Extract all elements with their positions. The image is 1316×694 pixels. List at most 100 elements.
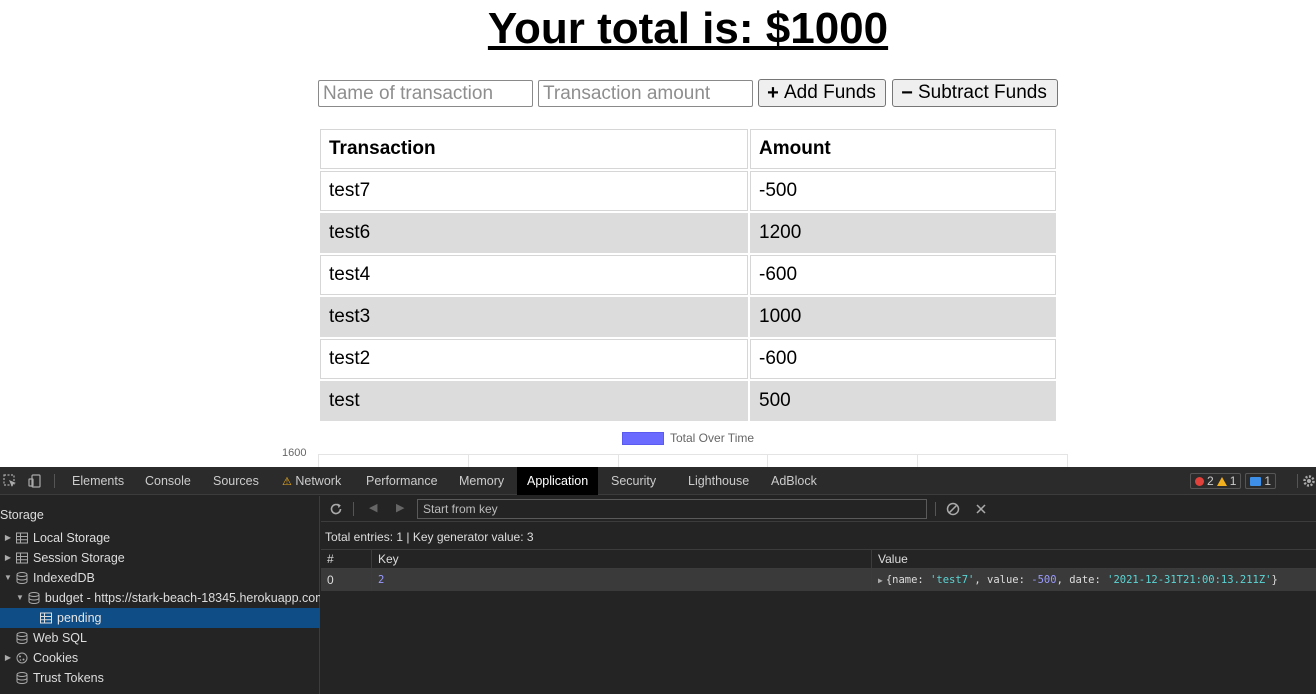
tab-performance[interactable]: Performance bbox=[358, 467, 446, 495]
device-toolbar-icon[interactable] bbox=[28, 474, 42, 488]
collapse-caret-icon[interactable]: ▼ bbox=[16, 588, 24, 608]
next-page-icon[interactable]: ▶ bbox=[396, 501, 404, 514]
transaction-amount-cell: -600 bbox=[750, 339, 1056, 379]
settings-gear-icon[interactable] bbox=[1302, 474, 1316, 488]
sidebar-item-label: budget - https://stark-beach-18345.herok… bbox=[44, 591, 320, 605]
sidebar-item-web-sql[interactable]: Web SQL bbox=[0, 628, 320, 648]
transaction-amount-cell: 1000 bbox=[750, 297, 1056, 337]
start-from-key-input[interactable] bbox=[417, 499, 927, 519]
sidebar-item-label: IndexedDB bbox=[33, 571, 95, 585]
devtools-panel: Elements Console Sources ⚠ Network Perfo… bbox=[0, 467, 1316, 694]
legend-swatch bbox=[622, 431, 664, 445]
database-icon bbox=[16, 632, 28, 644]
chart-legend[interactable]: Total Over Time bbox=[622, 431, 754, 445]
tab-network[interactable]: ⚠ Network bbox=[274, 467, 349, 495]
expand-caret-icon[interactable]: ▶ bbox=[4, 528, 12, 548]
minus-icon: − bbox=[901, 81, 913, 104]
expand-caret-icon[interactable]: ▶ bbox=[878, 576, 883, 585]
sidebar-item-pending-store[interactable]: pending bbox=[0, 608, 320, 628]
add-funds-button[interactable]: + Add Funds bbox=[758, 79, 886, 107]
sidebar-item-local-storage[interactable]: ▶ Local Storage bbox=[0, 528, 320, 548]
sidebar-item-label: Cookies bbox=[33, 651, 79, 665]
sidebar-item-cookies[interactable]: ▶ Cookies bbox=[0, 648, 320, 668]
table-grid-icon bbox=[40, 612, 52, 624]
database-icon bbox=[16, 572, 28, 584]
sidebar-item-label: Web SQL bbox=[33, 631, 87, 645]
tab-elements[interactable]: Elements bbox=[64, 467, 132, 495]
gridline bbox=[767, 455, 768, 467]
tab-sources[interactable]: Sources bbox=[205, 467, 267, 495]
previous-page-icon[interactable]: ◀ bbox=[369, 501, 377, 514]
tab-console[interactable]: Console bbox=[137, 467, 199, 495]
transaction-amount-cell: 1200 bbox=[750, 213, 1056, 253]
table-row[interactable]: 0 2 ▶ {name: 'test7', value: -500, date: … bbox=[321, 569, 1316, 591]
toolbar-divider bbox=[54, 474, 55, 488]
table-row: test3 1000 bbox=[320, 297, 1056, 337]
table-row: test7 -500 bbox=[320, 171, 1056, 211]
inspect-element-icon[interactable] bbox=[3, 474, 17, 488]
transaction-name-cell: test4 bbox=[320, 255, 748, 295]
tab-lighthouse[interactable]: Lighthouse bbox=[680, 467, 757, 495]
table-header-row: # Key Value bbox=[321, 549, 1316, 569]
chart-y-tick-label: 1600 bbox=[282, 447, 307, 459]
transaction-name-cell: test6 bbox=[320, 213, 748, 253]
gridline bbox=[618, 455, 619, 467]
collapse-caret-icon[interactable]: ▼ bbox=[4, 568, 12, 588]
tab-application[interactable]: Application bbox=[517, 467, 599, 495]
transaction-amount-cell: -600 bbox=[750, 255, 1056, 295]
subtract-funds-button[interactable]: − Subtract Funds bbox=[892, 79, 1058, 107]
sidebar-item-session-storage[interactable]: ▶ Session Storage bbox=[0, 548, 320, 568]
clear-store-icon[interactable] bbox=[946, 502, 960, 516]
sidebar-item-trust-tokens[interactable]: Trust Tokens bbox=[0, 668, 320, 688]
legend-label: Total Over Time bbox=[670, 431, 755, 445]
sidebar-item-label: Trust Tokens bbox=[33, 671, 104, 685]
table-row: test2 -600 bbox=[320, 339, 1056, 379]
error-count: 2 bbox=[1207, 474, 1214, 488]
table-grid-icon bbox=[16, 532, 28, 544]
application-sidebar: Storage ▶ Local Storage ▶ Session Storag… bbox=[0, 496, 320, 694]
refresh-icon[interactable] bbox=[329, 502, 343, 516]
table-row: test4 -600 bbox=[320, 255, 1056, 295]
storage-section-title: Storage bbox=[0, 508, 44, 522]
gridline bbox=[468, 455, 469, 467]
transaction-name-input[interactable] bbox=[318, 80, 533, 107]
row-value-cell[interactable]: ▶ {name: 'test7', value: -500, date: '202… bbox=[871, 569, 1316, 591]
messages-badge[interactable]: 1 bbox=[1245, 473, 1277, 489]
value-date: '2021-12-31T21:00:13.211Z' bbox=[1107, 574, 1272, 586]
gridline bbox=[1067, 455, 1068, 467]
total-heading: Your total is: $1000 bbox=[487, 4, 889, 53]
sidebar-item-label: pending bbox=[57, 611, 102, 625]
column-header-value[interactable]: Value bbox=[871, 550, 1316, 568]
value-mid1: , value: bbox=[974, 574, 1032, 586]
sidebar-item-label: Session Storage bbox=[33, 551, 125, 565]
devtools-issue-badges: 2 1 1 bbox=[1190, 473, 1277, 489]
gridline bbox=[917, 455, 918, 467]
column-header-key[interactable]: Key bbox=[371, 550, 871, 568]
tab-security[interactable]: Security bbox=[603, 467, 664, 495]
expand-caret-icon[interactable]: ▶ bbox=[4, 548, 12, 568]
value-name: 'test7' bbox=[930, 574, 975, 586]
sidebar-item-indexeddb[interactable]: ▼ IndexedDB bbox=[0, 568, 320, 588]
message-icon bbox=[1250, 476, 1262, 486]
table-header-row: Transaction Amount bbox=[320, 129, 1056, 169]
value-amount: -500 bbox=[1031, 574, 1057, 586]
transaction-amount-input[interactable] bbox=[538, 80, 753, 107]
sidebar-item-budget-db[interactable]: ▼ budget - https://stark-beach-18345.her… bbox=[0, 588, 320, 608]
gridline bbox=[318, 455, 319, 467]
column-header-transaction: Transaction bbox=[320, 129, 748, 169]
transaction-amount-cell: 500 bbox=[750, 381, 1056, 421]
expand-caret-icon[interactable]: ▶ bbox=[4, 648, 12, 668]
budget-page: Your total is: $1000 + Add Funds − Subtr… bbox=[0, 0, 1316, 467]
add-funds-label: Add Funds bbox=[784, 82, 876, 103]
idb-toolbar: ◀ ▶ bbox=[321, 496, 1316, 522]
delete-selected-icon[interactable] bbox=[974, 502, 988, 516]
tab-memory[interactable]: Memory bbox=[451, 467, 512, 495]
error-warning-badge[interactable]: 2 1 bbox=[1190, 473, 1242, 489]
cookie-icon bbox=[16, 652, 28, 664]
tab-adblock[interactable]: AdBlock bbox=[763, 467, 825, 495]
column-header-index[interactable]: # bbox=[321, 550, 371, 568]
transaction-name-cell: test3 bbox=[320, 297, 748, 337]
sidebar-item-label: Local Storage bbox=[33, 531, 111, 545]
transaction-name-cell: test bbox=[320, 381, 748, 421]
subtract-funds-label: Subtract Funds bbox=[918, 82, 1047, 103]
